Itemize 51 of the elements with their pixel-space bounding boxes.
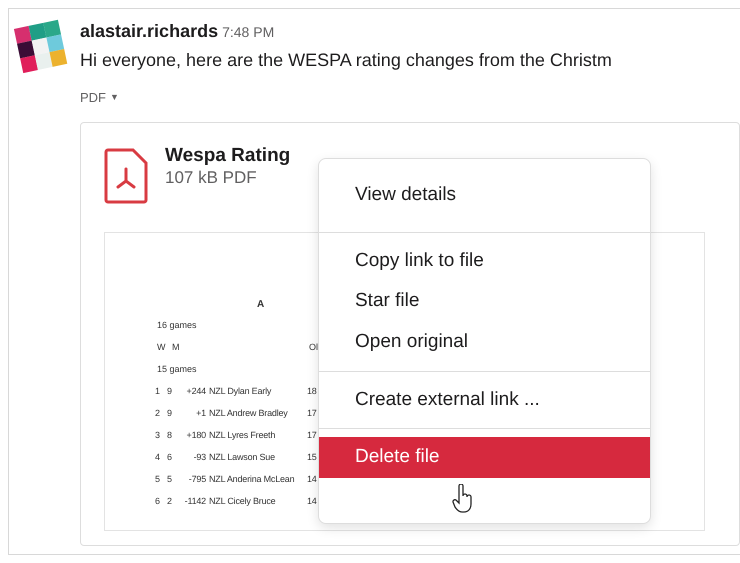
document-text: 6 (167, 451, 173, 464)
menu-item[interactable]: Delete file (319, 437, 650, 478)
document-text: 15 games (156, 363, 198, 376)
document-text: M (172, 341, 180, 354)
document-text: NZL Cicely Bruce (209, 495, 276, 508)
document-text: NZL Anderina McLean (209, 473, 296, 486)
document-text: NZL Andrew Bradley (209, 407, 289, 420)
document-text: 4 (155, 451, 161, 464)
document-text: 6 (155, 495, 161, 508)
document-text: +180 (186, 429, 207, 442)
file-title[interactable]: Wespa Rating (165, 145, 290, 168)
message-text: Hi everyone, here are the WESPA rating changes from the Christm (80, 49, 612, 72)
pdf-file-icon (103, 147, 149, 205)
document-heading: A (257, 298, 264, 312)
document-text: 17 (307, 429, 318, 442)
document-text: -795 (188, 473, 207, 486)
document-text: NZL Dylan Early (209, 385, 272, 398)
document-text: NZL Lawson Sue (209, 451, 276, 464)
document-text: 5 (167, 473, 173, 486)
document-text: 18 (307, 385, 318, 398)
document-text: NZL Lyres Freeth (209, 429, 276, 442)
file-size: 107 kB PDF (165, 168, 258, 188)
document-text: +1 (195, 407, 207, 420)
document-text: 5 (155, 473, 161, 486)
document-text: 14 (307, 495, 318, 508)
document-text: 1 (155, 385, 161, 398)
document-text: 15 (307, 451, 318, 464)
hand-cursor-icon (452, 484, 474, 514)
menu-item[interactable]: Copy link to file (319, 240, 650, 282)
username[interactable]: alastair.richards (80, 21, 218, 41)
document-text: 3 (155, 429, 161, 442)
document-text: 8 (167, 429, 173, 442)
avatar-icon (12, 18, 68, 74)
menu-item[interactable]: Open original (319, 322, 650, 363)
menu-item[interactable]: View details (319, 175, 650, 216)
document-text: W (157, 341, 166, 354)
document-text: 9 (167, 407, 173, 420)
document-text: -1142 (184, 495, 207, 508)
document-text: 9 (167, 385, 173, 398)
menu-item[interactable]: Create external link ... (319, 380, 650, 420)
document-text: 14 (307, 473, 318, 486)
document-text: -93 (192, 451, 207, 464)
timestamp[interactable]: 7:48 PM (222, 24, 274, 40)
file-type-dropdown[interactable]: PDF ▼ (80, 88, 119, 108)
document-text: +244 (186, 385, 207, 398)
document-text: 2 (155, 407, 161, 420)
document-text: 2 (167, 495, 173, 508)
document-text: Ol (309, 341, 319, 354)
menu-item[interactable]: Star file (319, 281, 650, 322)
document-text: 17 (307, 407, 318, 420)
document-text: 16 games (156, 319, 198, 332)
